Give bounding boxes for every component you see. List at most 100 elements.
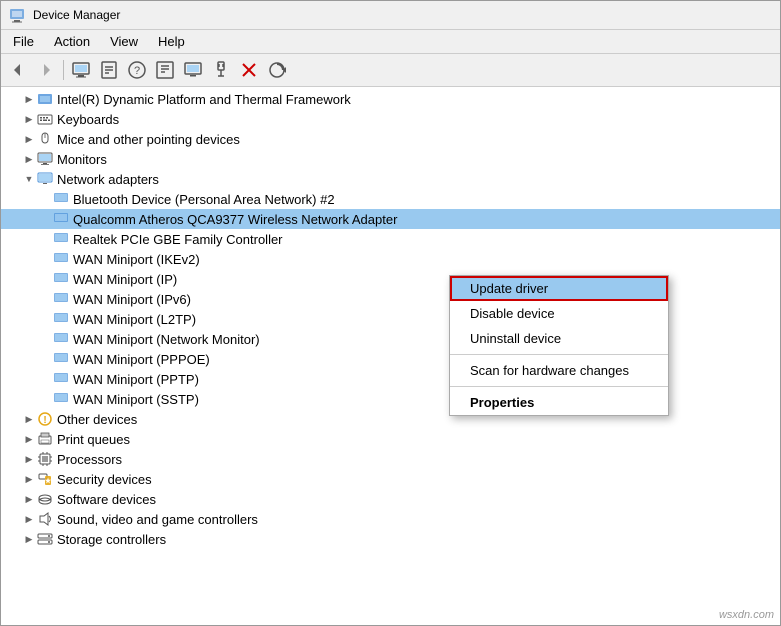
tree-item-mice[interactable]: ▶ Mice and other pointing devices <box>1 129 780 149</box>
refresh-button[interactable] <box>264 57 290 83</box>
tree-item-qualcomm[interactable]: ▶ Qualcomm Atheros QCA9377 Wireless Netw… <box>1 209 780 229</box>
label-wan-pppoe: WAN Miniport (PPPOE) <box>73 352 210 367</box>
tree-item-monitors[interactable]: ▶ Monitors <box>1 149 780 169</box>
icon-wan-ip <box>53 271 69 287</box>
icon-other: ! <box>37 411 53 427</box>
expand-icon-other[interactable]: ▶ <box>21 411 37 427</box>
label-qualcomm: Qualcomm Atheros QCA9377 Wireless Networ… <box>73 212 397 227</box>
svg-text:?: ? <box>134 65 140 77</box>
icon-monitors <box>37 151 53 167</box>
label-other: Other devices <box>57 412 137 427</box>
tree-item-print[interactable]: ▶ Print queues <box>1 429 780 449</box>
icon-wan-netmon <box>53 331 69 347</box>
device-manager-window: Device Manager File Action View Help <box>0 0 781 626</box>
context-menu-properties[interactable]: Properties <box>450 390 668 415</box>
label-network: Network adapters <box>57 172 159 187</box>
label-mice: Mice and other pointing devices <box>57 132 240 147</box>
label-wan-sstp: WAN Miniport (SSTP) <box>73 392 199 407</box>
icon-wan-l2tp <box>53 311 69 327</box>
tree-item-wan-ikev2[interactable]: ▶ WAN Miniport (IKEv2) <box>1 249 780 269</box>
plug-button[interactable] <box>208 57 234 83</box>
icon-storage <box>37 531 53 547</box>
context-menu-sep-1 <box>450 354 668 355</box>
label-keyboards: Keyboards <box>57 112 119 127</box>
context-menu: Update driver Disable device Uninstall d… <box>449 275 669 416</box>
svg-text:!: ! <box>43 415 46 426</box>
search-button[interactable] <box>152 57 178 83</box>
context-menu-uninstall[interactable]: Uninstall device <box>450 326 668 351</box>
context-menu-sep-2 <box>450 386 668 387</box>
tree-item-network[interactable]: ▼ Network adapters <box>1 169 780 189</box>
label-wan-pptp: WAN Miniport (PPTP) <box>73 372 199 387</box>
delete-button[interactable] <box>236 57 262 83</box>
icon-wan-pptp <box>53 371 69 387</box>
expand-icon-sound[interactable]: ▶ <box>21 511 37 527</box>
label-monitors: Monitors <box>57 152 107 167</box>
icon-keyboards <box>37 111 53 127</box>
tree-item-keyboards[interactable]: ▶ Keyboards <box>1 109 780 129</box>
expand-icon-security[interactable]: ▶ <box>21 471 37 487</box>
icon-wan-ipv6 <box>53 291 69 307</box>
tree-item-software[interactable]: ▶ Software devices <box>1 489 780 509</box>
icon-intel <box>37 91 53 107</box>
toolbar-sep-1 <box>63 60 64 80</box>
label-print: Print queues <box>57 432 130 447</box>
context-menu-scan[interactable]: Scan for hardware changes <box>450 358 668 383</box>
expand-icon-processors[interactable]: ▶ <box>21 451 37 467</box>
svg-text:★: ★ <box>45 477 52 485</box>
label-realtek: Realtek PCIe GBE Family Controller <box>73 232 283 247</box>
menu-bar: File Action View Help <box>1 30 780 54</box>
back-button[interactable] <box>5 57 31 83</box>
icon-network <box>37 171 53 187</box>
tree-item-intel[interactable]: ▶ Intel(R) Dynamic Platform and Thermal … <box>1 89 780 109</box>
expand-icon-monitors[interactable]: ▶ <box>21 151 37 167</box>
icon-processors <box>37 451 53 467</box>
tree-item-sound[interactable]: ▶ Sound, video and game controllers <box>1 509 780 529</box>
icon-sound <box>37 511 53 527</box>
label-wan-ikev2: WAN Miniport (IKEv2) <box>73 252 200 267</box>
menu-action[interactable]: Action <box>46 32 98 51</box>
label-security: Security devices <box>57 472 152 487</box>
label-bluetooth: Bluetooth Device (Personal Area Network)… <box>73 192 335 207</box>
expand-icon-keyboards[interactable]: ▶ <box>21 111 37 127</box>
tree-item-security[interactable]: ▶ ★ Security devices <box>1 469 780 489</box>
monitor-button[interactable] <box>180 57 206 83</box>
expand-icon-mice[interactable]: ▶ <box>21 131 37 147</box>
tree-item-storage[interactable]: ▶ Storage controllers <box>1 529 780 549</box>
context-menu-update-driver[interactable]: Update driver <box>450 276 668 301</box>
tree-item-processors[interactable]: ▶ Processors <box>1 449 780 469</box>
expand-icon-network[interactable]: ▼ <box>21 171 37 187</box>
expand-icon-software[interactable]: ▶ <box>21 491 37 507</box>
icon-wan-sstp <box>53 391 69 407</box>
icon-security: ★ <box>37 471 53 487</box>
tree-item-bluetooth[interactable]: ▶ Bluetooth Device (Personal Area Networ… <box>1 189 780 209</box>
window-icon <box>9 7 25 23</box>
window-title: Device Manager <box>33 8 120 22</box>
label-processors: Processors <box>57 452 122 467</box>
icon-wan-ikev2 <box>53 251 69 267</box>
properties-button[interactable] <box>96 57 122 83</box>
menu-view[interactable]: View <box>102 32 146 51</box>
label-sound: Sound, video and game controllers <box>57 512 258 527</box>
icon-bluetooth <box>53 191 69 207</box>
label-software: Software devices <box>57 492 156 507</box>
menu-file[interactable]: File <box>5 32 42 51</box>
label-wan-netmon: WAN Miniport (Network Monitor) <box>73 332 260 347</box>
toolbar: ? <box>1 54 780 87</box>
expand-icon-storage[interactable]: ▶ <box>21 531 37 547</box>
label-intel: Intel(R) Dynamic Platform and Thermal Fr… <box>57 92 351 107</box>
tree-item-realtek[interactable]: ▶ Realtek PCIe GBE Family Controller <box>1 229 780 249</box>
context-menu-disable[interactable]: Disable device <box>450 301 668 326</box>
label-wan-l2tp: WAN Miniport (L2TP) <box>73 312 196 327</box>
computer-button[interactable] <box>68 57 94 83</box>
expand-icon-print[interactable]: ▶ <box>21 431 37 447</box>
main-content: ▶ Intel(R) Dynamic Platform and Thermal … <box>1 87 780 625</box>
icon-qualcomm <box>53 211 69 227</box>
label-wan-ipv6: WAN Miniport (IPv6) <box>73 292 191 307</box>
forward-button[interactable] <box>33 57 59 83</box>
menu-help[interactable]: Help <box>150 32 193 51</box>
watermark: wsxdn.com <box>719 609 774 621</box>
expand-icon-intel[interactable]: ▶ <box>21 91 37 107</box>
help-button[interactable]: ? <box>124 57 150 83</box>
title-bar: Device Manager <box>1 1 780 30</box>
